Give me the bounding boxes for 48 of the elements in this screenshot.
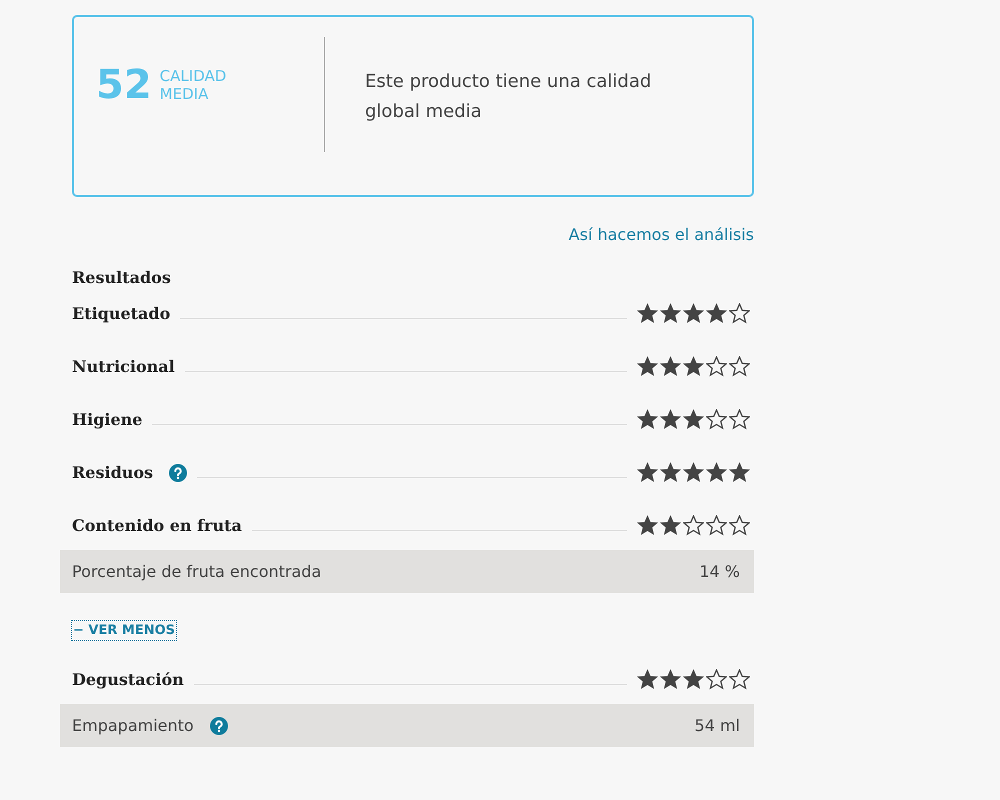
filled-star-icon [637, 356, 658, 377]
empty-star-icon [729, 303, 750, 324]
filled-star-icon [660, 409, 681, 430]
results-title: Resultados [72, 268, 172, 287]
filled-star-icon [637, 303, 658, 324]
filled-star-icon [637, 515, 658, 536]
see-less-button[interactable]: − VER MENOS [71, 620, 178, 641]
empty-star-icon [729, 356, 750, 377]
filled-star-icon [683, 356, 704, 377]
help-icon[interactable] [210, 716, 228, 734]
score-grade: CALIDAD MEDIA [160, 67, 226, 103]
empty-star-icon [729, 669, 750, 690]
filled-star-icon [637, 409, 658, 430]
empty-star-icon [706, 409, 727, 430]
detail-value: 54 ml [694, 716, 740, 735]
help-icon[interactable] [169, 464, 188, 482]
rating-label: Nutricional [72, 357, 175, 376]
empty-star-icon [683, 515, 704, 536]
empty-star-icon [729, 409, 750, 430]
filled-star-icon [637, 669, 658, 690]
filled-star-icon [706, 462, 727, 483]
filled-star-icon [683, 462, 704, 483]
filled-star-icon [706, 303, 727, 324]
detail-label: Porcentaje de fruta encontrada [72, 562, 322, 581]
rating-label: Etiquetado [72, 304, 170, 323]
filled-star-icon [683, 669, 704, 690]
score-description: Este producto tiene una calidad global media [365, 70, 652, 124]
filled-star-icon [660, 303, 681, 324]
filled-star-icon [660, 462, 681, 483]
filled-star-icon [683, 303, 704, 324]
method-link[interactable]: Así hacemos el análisis [568, 225, 754, 244]
rating-label: Degustación [72, 670, 184, 689]
detail-value: 14 % [699, 562, 740, 581]
empty-star-icon [729, 515, 750, 536]
filled-star-icon [637, 462, 658, 483]
filled-star-icon [660, 515, 681, 536]
filled-star-icon [660, 669, 681, 690]
filled-star-icon [683, 409, 704, 430]
empty-star-icon [706, 515, 727, 536]
filled-star-icon [660, 356, 681, 377]
rating-label: Contenido en fruta [72, 516, 242, 535]
empty-star-icon [706, 669, 727, 690]
rating-label: Higiene [72, 410, 142, 429]
rating-label: Residuos [72, 463, 154, 482]
detail-label: Empapamiento [72, 716, 194, 735]
score-number: 52 [96, 65, 152, 105]
empty-star-icon [706, 356, 727, 377]
filled-star-icon [729, 462, 750, 483]
